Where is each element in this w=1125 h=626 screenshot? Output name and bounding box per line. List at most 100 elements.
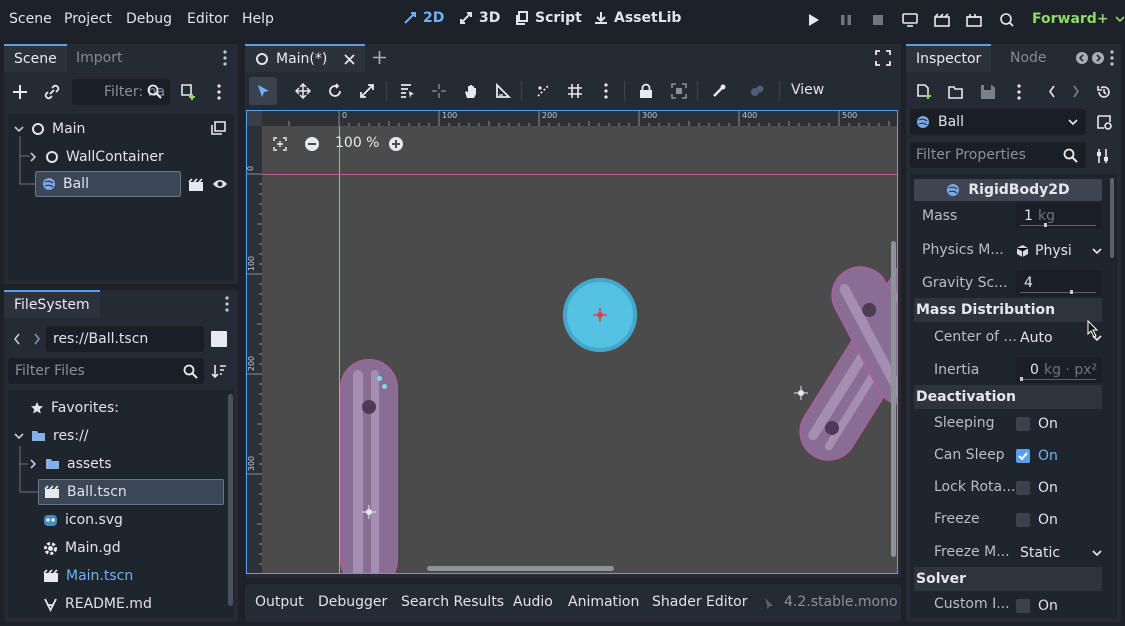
freeze-mode-select[interactable]: Static (1020, 540, 1102, 566)
tree-item-ball[interactable]: Ball (35, 171, 181, 197)
property-filter-input[interactable]: Filter Properties (910, 142, 1086, 168)
stop-button[interactable] (869, 11, 887, 29)
file-item-main-gd[interactable]: Main.gd (43, 535, 121, 561)
bottom-tab-audio[interactable]: Audio (513, 594, 553, 610)
back-button[interactable] (13, 333, 21, 345)
play-custom-scene-button[interactable] (965, 11, 983, 29)
close-icon[interactable] (344, 53, 355, 65)
tree-item-wallcontainer[interactable]: WallContainer (28, 144, 164, 170)
zoom-out-icon[interactable] (304, 136, 320, 152)
history-forward-icon[interactable] (1072, 85, 1080, 98)
menu-help[interactable]: Help (242, 11, 274, 27)
dock-menu-icon[interactable] (225, 296, 229, 312)
can-sleep-check-box[interactable] (1016, 449, 1030, 463)
can-sleep-checkbox[interactable]: On (1016, 448, 1058, 464)
zoom-level[interactable]: 100 % (335, 135, 379, 151)
section-solver[interactable]: Solver (914, 567, 1102, 591)
path-field[interactable]: res://Ball.tscn (46, 326, 204, 352)
dock-right-icon[interactable] (1092, 52, 1104, 64)
select-tool-button[interactable] (249, 77, 277, 105)
inertia-slider-grabber[interactable] (1020, 377, 1023, 381)
sleeping-checkbox[interactable]: On (1016, 416, 1058, 432)
tab-filesystem[interactable]: FileSystem (4, 290, 100, 318)
script-icon[interactable] (211, 121, 227, 135)
tab-scene[interactable]: Scene (4, 44, 67, 72)
section-deactivation[interactable]: Deactivation (914, 385, 1102, 409)
object-selector[interactable]: Ball (910, 109, 1086, 135)
ruler-icon[interactable] (495, 83, 511, 99)
inertia-slider-field[interactable]: 0 kg · px² (1016, 357, 1102, 383)
movie-maker-button[interactable] (998, 11, 1016, 29)
viewport-h-scrollbar[interactable] (427, 566, 614, 571)
smart-snap-icon[interactable] (535, 83, 551, 99)
pause-button[interactable] (837, 11, 855, 29)
attach-script-button[interactable] (179, 83, 197, 101)
list-select-icon[interactable] (399, 83, 415, 99)
file-filter-input[interactable]: Filter Files (8, 358, 204, 384)
dock-menu-icon[interactable] (1110, 50, 1114, 66)
tree-item-main[interactable]: Main (14, 116, 85, 142)
file-item-icon-svg[interactable]: icon.svg (43, 507, 123, 533)
bottom-tab-animation[interactable]: Animation (568, 594, 639, 610)
lock-icon[interactable] (639, 83, 653, 99)
split-mode-icon[interactable] (211, 331, 227, 347)
distraction-free-button[interactable] (875, 50, 891, 66)
version-label[interactable]: 4.2.stable.mono (784, 594, 898, 610)
menu-debug[interactable]: Debug (126, 11, 172, 27)
tools-icon[interactable] (1096, 148, 1112, 164)
pan-hand-icon[interactable] (463, 83, 479, 99)
more-options-icon[interactable] (1017, 84, 1021, 100)
zoom-in-icon[interactable] (388, 136, 404, 152)
scene-more-icon[interactable] (217, 84, 221, 100)
remote-debug-button[interactable] (901, 11, 919, 29)
freeze-checkbox[interactable]: On (1016, 512, 1058, 528)
pivot-icon[interactable] (431, 83, 447, 99)
bottom-tab-shader-editor[interactable]: Shader Editor (652, 594, 747, 610)
bottom-tab-search-results[interactable]: Search Results (401, 594, 504, 610)
group-icon[interactable] (671, 83, 687, 99)
scale-icon[interactable] (359, 83, 375, 99)
new-tab-button[interactable] (372, 50, 387, 65)
view-menu-button[interactable]: View (791, 82, 824, 98)
dock-menu-icon[interactable] (223, 50, 227, 66)
sort-icon[interactable] (211, 363, 227, 379)
clapperboard-icon[interactable] (188, 178, 204, 192)
workspace-script-button[interactable]: Script (514, 10, 582, 26)
workspace-assetlib-button[interactable]: AssetLib (593, 10, 681, 26)
history-back-icon[interactable] (1048, 85, 1056, 98)
pin-icon[interactable] (760, 597, 774, 609)
section-mass-distribution[interactable]: Mass Distribution (914, 298, 1102, 322)
file-scrollbar[interactable] (228, 394, 233, 606)
skeleton-icon[interactable] (711, 83, 727, 99)
wall-left[interactable] (340, 359, 398, 573)
viewport-2d[interactable]: 0 100 200 300 400 500 0 100 200 300 100 … (246, 110, 898, 574)
tab-node[interactable]: Node (1000, 44, 1057, 72)
physics-material-picker[interactable]: Physi (1016, 238, 1102, 264)
open-folder-icon[interactable] (948, 85, 964, 99)
file-item-ball-tscn[interactable]: Ball.tscn (38, 479, 224, 505)
gravity-slider-grabber[interactable] (1070, 290, 1073, 294)
file-item-readme[interactable]: README.md (43, 591, 152, 617)
play-scene-button[interactable] (933, 11, 951, 29)
tab-main-scene[interactable]: Main(*) (245, 44, 365, 72)
custom-integrator-check-box[interactable] (1016, 599, 1030, 613)
workspace-3d-button[interactable]: 3D (458, 10, 500, 26)
history-icon[interactable] (1096, 84, 1112, 100)
particles-icon[interactable] (749, 83, 765, 99)
mass-slider-field[interactable]: 1 kg (1016, 203, 1102, 229)
lock-rotation-checkbox[interactable]: On (1016, 480, 1058, 496)
file-item-main-tscn[interactable]: Main.tscn (43, 563, 133, 589)
sleeping-check-box[interactable] (1016, 417, 1030, 431)
gravity-slider-field[interactable]: 4 (1016, 270, 1102, 296)
save-icon[interactable] (980, 84, 996, 100)
workspace-2d-button[interactable]: 2D (402, 10, 444, 26)
more-snap-options-icon[interactable] (604, 83, 608, 99)
instance-scene-button[interactable] (44, 84, 60, 100)
freeze-check-box[interactable] (1016, 513, 1030, 527)
custom-integrator-checkbox[interactable]: On (1016, 598, 1058, 614)
favorites-item[interactable]: Favorites: (30, 395, 119, 421)
menu-project[interactable]: Project (64, 11, 112, 27)
dock-left-icon[interactable] (1076, 52, 1088, 64)
file-item-assets[interactable]: assets (28, 451, 112, 477)
lock-rotation-check-box[interactable] (1016, 481, 1030, 495)
